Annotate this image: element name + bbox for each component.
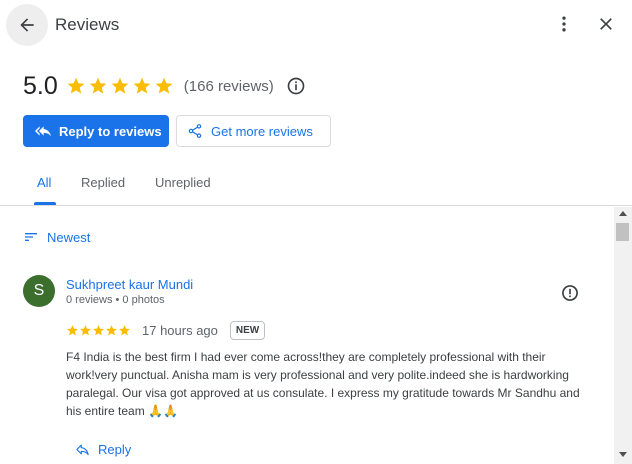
report-review-button[interactable]	[558, 281, 582, 305]
reply-to-reviews-button[interactable]: Reply to reviews	[23, 115, 169, 147]
scroll-down-arrow[interactable]	[619, 452, 627, 457]
dialog-header: Reviews	[0, 0, 632, 50]
rating-summary: 5.0 (166 reviews)	[23, 70, 306, 102]
scroll-thumb[interactable]	[616, 223, 629, 241]
reply-icon	[76, 444, 89, 456]
get-more-reviews-button[interactable]: Get more reviews	[176, 115, 331, 147]
get-more-reviews-label: Get more reviews	[211, 123, 313, 139]
sort-button[interactable]: Newest	[23, 229, 90, 245]
avatar[interactable]: S	[23, 275, 55, 307]
more-options-button[interactable]	[550, 10, 578, 38]
star-icon	[80, 324, 91, 335]
reviewer-name[interactable]: Sukhpreet kaur Mundi	[66, 277, 193, 292]
review-stars	[66, 324, 131, 337]
close-button[interactable]	[592, 10, 620, 38]
star-icon	[93, 324, 104, 335]
share-icon	[188, 124, 202, 138]
reply-all-icon	[35, 126, 51, 137]
scrollbar[interactable]	[614, 207, 632, 464]
review-count: (166 reviews)	[183, 77, 274, 95]
info-icon[interactable]	[286, 76, 306, 96]
reply-button[interactable]: Reply	[75, 442, 131, 457]
star-icon	[106, 324, 117, 335]
scroll-up-arrow[interactable]	[619, 211, 627, 216]
review-rating-row: 17 hours ago NEW	[66, 319, 266, 341]
reply-label: Reply	[98, 442, 132, 457]
rating-value: 5.0	[23, 71, 58, 100]
star-icon	[67, 324, 78, 335]
star-icon	[111, 77, 129, 94]
star-icon	[119, 324, 130, 335]
more-vert-icon	[562, 16, 566, 32]
sort-label: Newest	[47, 229, 91, 245]
page-title: Reviews	[55, 15, 120, 34]
reviewer-meta: 0 reviews • 0 photos	[66, 294, 165, 306]
star-icon	[89, 77, 107, 94]
sort-icon	[25, 233, 37, 241]
tab-all[interactable]: All	[37, 175, 51, 190]
back-button[interactable]	[6, 4, 48, 46]
review-time: 17 hours ago	[142, 322, 218, 338]
active-tab-indicator	[34, 202, 56, 205]
star-icon	[67, 77, 85, 94]
new-badge: NEW	[229, 320, 266, 340]
review-tabs: All Replied Unreplied	[0, 165, 632, 206]
review-text: F4 India is the best firm I had ever com…	[66, 350, 580, 418]
reply-to-reviews-label: Reply to reviews	[59, 123, 162, 139]
star-icon	[155, 77, 173, 94]
rating-stars	[66, 76, 174, 96]
close-icon	[600, 18, 612, 30]
arrow-back-icon	[20, 18, 34, 32]
tab-replied[interactable]: Replied	[81, 175, 125, 190]
tab-unreplied[interactable]: Unreplied	[155, 175, 211, 190]
star-icon	[133, 77, 151, 94]
report-icon	[562, 285, 578, 301]
